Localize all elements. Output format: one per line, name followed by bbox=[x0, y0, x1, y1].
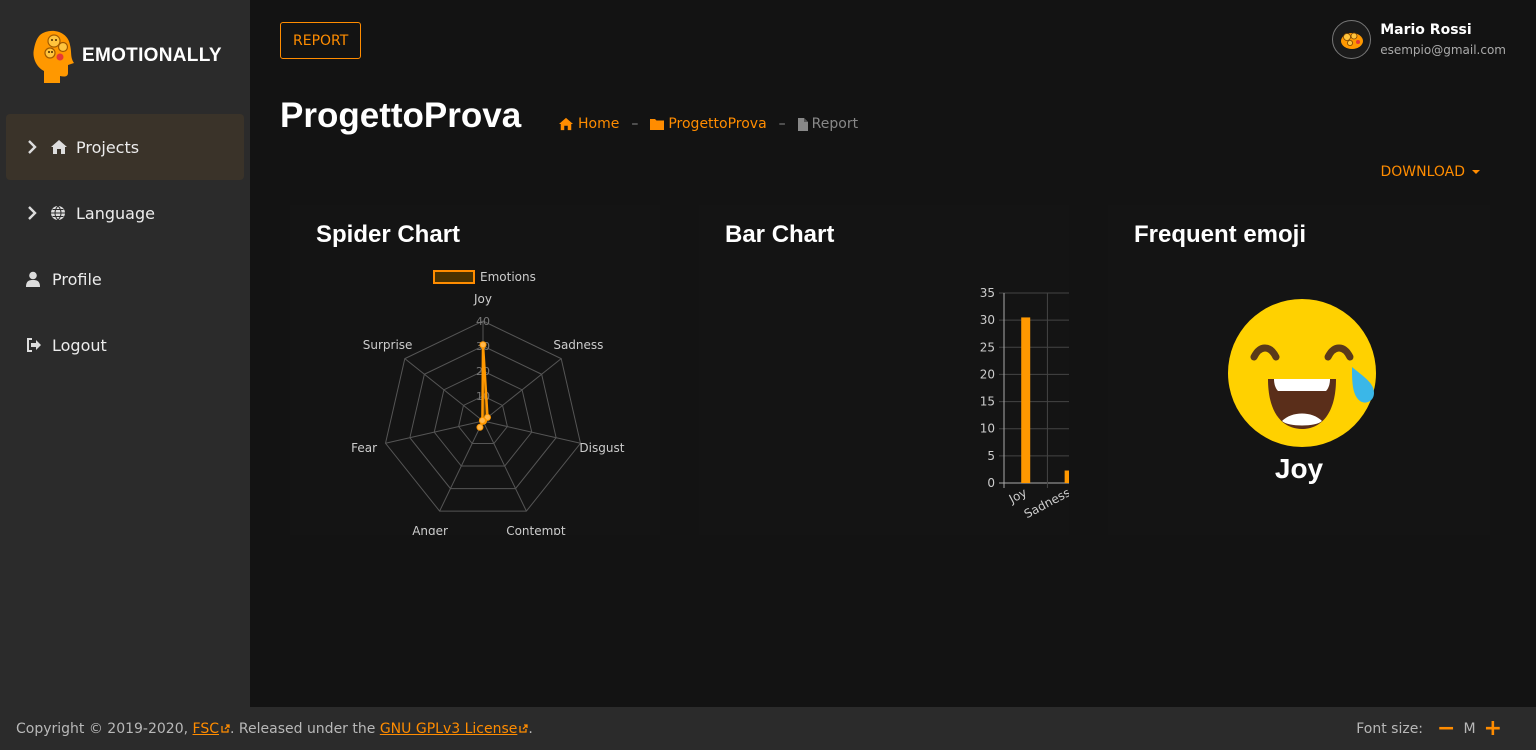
radar-tick-label: 40 bbox=[476, 315, 490, 328]
user-icon bbox=[26, 271, 46, 287]
caret-down-icon bbox=[1472, 170, 1480, 174]
bar-y-tick-label: 10 bbox=[980, 422, 995, 436]
legend-swatch bbox=[433, 270, 475, 284]
breadcrumb-home[interactable]: Home bbox=[558, 116, 619, 132]
breadcrumb-label: ProgettoProva bbox=[668, 116, 767, 132]
logout-icon bbox=[26, 338, 46, 352]
emoji-label: Joy bbox=[1274, 453, 1324, 484]
avatar[interactable] bbox=[1332, 20, 1372, 59]
emoji-panel: Frequent emoji Joy bbox=[1108, 205, 1490, 535]
download-dropdown[interactable]: DOWNLOAD bbox=[1380, 164, 1480, 180]
footer: Copyright © 2019-2020, FSC . Released und… bbox=[0, 707, 1536, 750]
sidebar-item-language[interactable]: Language bbox=[6, 180, 244, 246]
license-link-label: GNU GPLv3 License bbox=[379, 720, 518, 737]
user-menu[interactable]: Mario Rossi esempio@gmail.com bbox=[1332, 20, 1506, 59]
bar-chart-panel: Bar Chart Emotions05101520253035JoySadne… bbox=[699, 205, 1069, 535]
sidebar-item-label: Language bbox=[76, 203, 155, 223]
font-increase-button[interactable]: + bbox=[1484, 717, 1502, 740]
avatar-image bbox=[1340, 32, 1363, 49]
font-size-label: Font size: bbox=[1356, 720, 1424, 737]
report-button[interactable]: REPORT bbox=[280, 22, 362, 59]
radar-category-label: Surprise bbox=[363, 338, 413, 352]
sidebar: EMOTIONALLY Projects Language Profile Lo… bbox=[0, 0, 250, 707]
bar-y-tick-label: 5 bbox=[987, 449, 995, 463]
bar-chart: Emotions05101520253035JoySadnessDisgustC… bbox=[980, 286, 1069, 521]
panel-title: Frequent emoji bbox=[1134, 221, 1307, 248]
user-email: esempio@gmail.com bbox=[1380, 43, 1506, 57]
sidebar-nav: Projects Language Profile Logout bbox=[6, 114, 244, 378]
bar-y-tick-label: 25 bbox=[980, 340, 995, 354]
font-decrease-button[interactable]: − bbox=[1437, 717, 1455, 740]
user-name: Mario Rossi bbox=[1380, 22, 1472, 38]
radar-category-label: Fear bbox=[351, 441, 377, 455]
breadcrumb-label: Report bbox=[811, 116, 859, 132]
bar-y-tick-label: 15 bbox=[980, 395, 995, 409]
sidebar-item-logout[interactable]: Logout bbox=[6, 312, 244, 378]
license-link[interactable]: GNU GPLv3 License bbox=[380, 721, 518, 737]
sidebar-item-label: Profile bbox=[52, 269, 102, 289]
breadcrumb-separator: – bbox=[631, 116, 639, 132]
brand-name: EMOTIONALLY bbox=[82, 45, 222, 66]
bar-y-tick-label: 0 bbox=[987, 476, 995, 490]
copyright-text: Copyright © 2019-2020, bbox=[16, 720, 189, 737]
fsc-link[interactable]: FSC bbox=[193, 721, 219, 737]
sidebar-item-profile[interactable]: Profile bbox=[6, 246, 244, 312]
joy-tears-emoji-icon bbox=[1228, 299, 1376, 447]
radar-spoke bbox=[385, 420, 484, 444]
bar-x-tick-label: Joy bbox=[1006, 485, 1029, 506]
file-icon bbox=[797, 117, 808, 131]
font-size-current: M bbox=[1463, 720, 1476, 737]
bar bbox=[1021, 317, 1031, 483]
folder-icon bbox=[650, 119, 665, 130]
radar-category-label: Anger bbox=[412, 524, 448, 535]
download-label: DOWNLOAD bbox=[1380, 164, 1465, 180]
font-size-control: Font size: − M + bbox=[1356, 707, 1510, 750]
page-title: ProgettoProva bbox=[280, 96, 522, 135]
sidebar-item-label: Logout bbox=[52, 335, 107, 355]
bar-x-tick-label: Sadness bbox=[1022, 485, 1069, 521]
radar-category-label: Sadness bbox=[553, 338, 603, 352]
bar-y-tick-label: 35 bbox=[980, 286, 995, 300]
radar-spoke bbox=[404, 358, 484, 422]
footer-suffix: . bbox=[528, 720, 533, 737]
radar-spoke bbox=[482, 358, 562, 422]
external-link-icon bbox=[519, 724, 529, 733]
home-icon bbox=[50, 139, 70, 155]
main-content: REPORT Mario Rossi esempio@gmail.com Pro… bbox=[250, 0, 1536, 707]
spider-chart: Emotions10203040JoySadnessDisgustContemp… bbox=[351, 270, 625, 535]
sidebar-item-label: Projects bbox=[76, 137, 140, 157]
radar-point bbox=[476, 423, 484, 431]
license-text: . Released under the bbox=[230, 720, 376, 737]
bar-y-tick-label: 20 bbox=[980, 367, 995, 381]
bar bbox=[1064, 470, 1069, 483]
breadcrumb-current: Report bbox=[797, 116, 859, 132]
breadcrumb-separator: – bbox=[778, 116, 786, 132]
brand[interactable]: EMOTIONALLY bbox=[30, 26, 222, 86]
sidebar-item-projects[interactable]: Projects bbox=[6, 114, 244, 180]
home-icon bbox=[559, 117, 573, 131]
brain-head-logo-icon bbox=[33, 30, 74, 83]
radar-point bbox=[478, 417, 486, 425]
bar-y-tick-label: 30 bbox=[980, 313, 995, 327]
breadcrumb-project[interactable]: ProgettoProva bbox=[650, 116, 767, 132]
external-link-icon bbox=[221, 724, 230, 733]
radar-spoke bbox=[482, 420, 581, 444]
radar-category-label: Joy bbox=[473, 292, 492, 306]
breadcrumb: Home – ProgettoProva – Report bbox=[558, 116, 858, 132]
globe-icon bbox=[50, 205, 70, 221]
chevron-right-icon bbox=[26, 140, 44, 154]
fsc-link-label: FSC bbox=[192, 720, 219, 737]
legend-label: Emotions bbox=[480, 270, 536, 284]
breadcrumb-label: Home bbox=[578, 116, 620, 132]
user-info: Mario Rossi esempio@gmail.com bbox=[1380, 22, 1506, 57]
radar-category-label: Disgust bbox=[579, 441, 624, 455]
radar-category-label: Contempt bbox=[506, 524, 566, 535]
radar-point bbox=[479, 341, 487, 349]
chevron-right-icon bbox=[26, 206, 44, 220]
spider-chart-panel: Spider Chart Emotions10203040JoySadnessD… bbox=[290, 205, 660, 535]
